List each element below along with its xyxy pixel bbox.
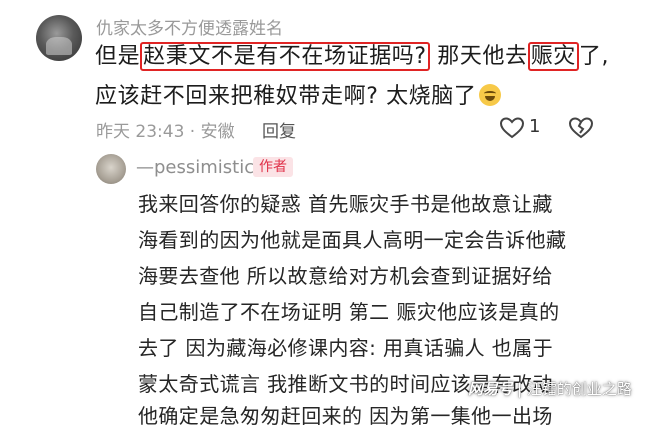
watermark-separator: | (517, 380, 527, 398)
highlight-box-relief: 赈灾 (527, 42, 579, 71)
comment-timestamp-location: 昨天 23:43 · 安徽 (96, 122, 235, 142)
comment-text: 但是 (95, 44, 141, 69)
heart-icon[interactable] (499, 116, 525, 140)
reply-text-line: 我来回答你的疑惑 首先赈灾手书是他故意让藏 (138, 192, 553, 216)
reply-text-line: 去了 因为藏海必修课内容: 用真话骗人 也属于 (138, 336, 554, 360)
comment-text: 应该赶不回来把稚奴带走啊? 太烧脑了 (95, 84, 477, 109)
reply-text-line: 他确定是急匆匆赶回来的 因为第一集他一出场 (138, 404, 553, 428)
comment-text: 那天他去 (429, 44, 528, 69)
reply-text-line: 自己制造了不在场证明 第二 赈灾他应该是真的 (138, 300, 560, 324)
comment-text-line-2: 应该赶不回来把稚奴带走啊? 太烧脑了 (95, 82, 502, 112)
comment-text: 了, (578, 44, 610, 69)
comment-text-line-1: 但是 赵秉文不是有不在场证据吗? 那天他去 赈灾 了, (95, 42, 609, 72)
author-username[interactable]: —pessimistic (136, 157, 254, 178)
broken-heart-icon[interactable] (568, 116, 594, 140)
like-count: 1 (529, 116, 541, 137)
reply-text-line: 海要去查他 所以故意给对方机会查到证据好给 (138, 264, 553, 288)
commenter-username[interactable]: 仇家太多不方便透露姓名 (96, 14, 283, 39)
commenter-avatar[interactable] (36, 15, 82, 61)
watermark-text: 汪镭的创业之路 (526, 380, 632, 398)
reply-text-line: 海看到的因为他就是面具人高明一定会告诉他藏 (138, 228, 567, 252)
highlight-box-alibi: 赵秉文不是有不在场证据吗? (140, 42, 430, 71)
author-avatar[interactable] (96, 154, 126, 184)
watermark: 网易号 | 汪镭的创业之路 (468, 378, 632, 399)
watermark-logo: 网易号 (468, 380, 514, 398)
author-badge: 作者 (253, 157, 293, 177)
grinning-sweat-emoji-icon (479, 84, 502, 106)
reply-button[interactable]: 回复 (262, 117, 296, 142)
